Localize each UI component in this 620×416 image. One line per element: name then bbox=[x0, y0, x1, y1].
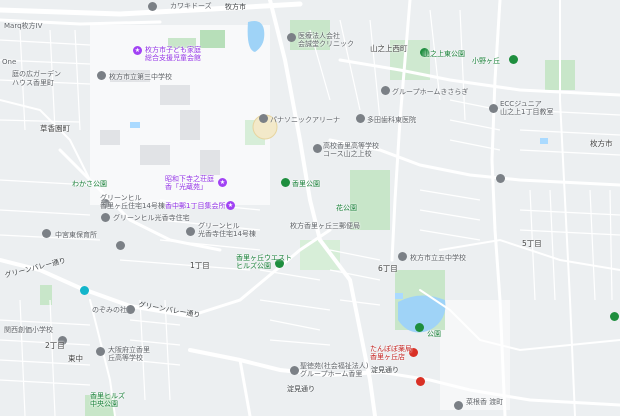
map-label: 1丁目 bbox=[190, 261, 210, 270]
map-label: パナソニックアリーナ bbox=[270, 116, 340, 124]
pin-icon[interactable] bbox=[101, 213, 110, 222]
pin-icon[interactable] bbox=[509, 55, 518, 64]
pin-icon[interactable] bbox=[259, 114, 268, 123]
map-label: 小野ヶ丘 bbox=[472, 57, 500, 65]
map-label: 6丁目 bbox=[378, 264, 398, 273]
map-label: 山之上東公園 bbox=[423, 50, 465, 58]
map-label: 2丁目 bbox=[45, 341, 65, 350]
map-label: 医療法人会社 会誠堂クリニック bbox=[298, 32, 354, 48]
map-label: たんぽぽ薬局 香里ヶ丘店 bbox=[370, 345, 412, 361]
pin-icon[interactable] bbox=[489, 104, 498, 113]
pin-icon[interactable]: ★ bbox=[133, 46, 142, 55]
pin-icon[interactable] bbox=[281, 178, 290, 187]
map-label: グリーンヒル 光香寺住宅14号棟 bbox=[198, 222, 256, 238]
map-label: グリーンヒル光香寺住宅 bbox=[113, 214, 190, 222]
pin-icon[interactable] bbox=[415, 323, 424, 332]
map-label: 東中 bbox=[68, 354, 83, 363]
map-label: 大阪府立香里 丘高等学校 bbox=[108, 346, 150, 362]
pin-icon[interactable] bbox=[398, 252, 407, 261]
map-label: 枚方香里ヶ丘三郵便局 bbox=[290, 222, 360, 230]
pin-icon[interactable]: ★ bbox=[226, 201, 235, 210]
pin-icon[interactable] bbox=[416, 377, 425, 386]
park-area bbox=[200, 30, 225, 48]
pin-icon[interactable] bbox=[80, 286, 89, 295]
map-label: 枚方市立第三中学校 bbox=[109, 73, 172, 81]
map-label: 高校香里高等学校 コース山之上校 bbox=[323, 142, 379, 158]
map-base bbox=[0, 0, 620, 416]
pin-icon[interactable] bbox=[496, 174, 505, 183]
pin-icon[interactable] bbox=[126, 305, 135, 314]
map-label: 枚方市 bbox=[590, 139, 613, 148]
map-label: 多田歯科東医院 bbox=[367, 116, 416, 124]
pin-icon[interactable] bbox=[287, 33, 296, 42]
map-label: 淀見通り bbox=[371, 366, 399, 374]
pin-icon[interactable] bbox=[42, 229, 51, 238]
map-label: 公園 bbox=[427, 330, 441, 338]
map-label: Marq枚方IV bbox=[4, 22, 43, 30]
map-label: 菜根香 渡町 bbox=[466, 398, 504, 406]
map-label: 香中郵1丁目集会所 bbox=[165, 202, 226, 210]
map-label: ECCジュニア 山之上1丁目教室 bbox=[500, 100, 554, 116]
map-label: 山之上西町 bbox=[370, 44, 408, 53]
pin-icon[interactable] bbox=[116, 241, 125, 250]
pin-icon[interactable] bbox=[313, 144, 322, 153]
map-label: One bbox=[2, 58, 17, 66]
map-label: 枚方市子ども家庭 総合支援児童会館 bbox=[145, 46, 201, 62]
map-label: 牧方市 bbox=[225, 3, 246, 11]
map-label: ハウス香里町 bbox=[12, 79, 54, 87]
map-canvas[interactable]: ★ ★ ★ カワキドーズ 牧方市 Marq枚方IV One 庭の広ガーデン ハウ… bbox=[0, 0, 620, 416]
map-label: 花公園 bbox=[336, 204, 357, 212]
pin-icon[interactable] bbox=[381, 86, 390, 95]
pin-icon[interactable]: ★ bbox=[218, 178, 227, 187]
pin-icon[interactable] bbox=[610, 312, 619, 321]
map-label: 香里ヒルズ 中央公園 bbox=[90, 392, 125, 408]
map-label: 庭の広ガーデン bbox=[12, 70, 61, 78]
pin-icon[interactable] bbox=[96, 347, 105, 356]
map-label: わかさ公園 bbox=[72, 180, 107, 188]
pin-icon[interactable] bbox=[186, 227, 195, 236]
pin-icon[interactable] bbox=[356, 114, 365, 123]
pin-icon[interactable] bbox=[148, 2, 157, 11]
map-label: 枚方市立五中学校 bbox=[410, 254, 466, 262]
map-label: 淀見通り bbox=[287, 385, 315, 393]
map-label: 聖徳苑(社会福祉法人) グループホーム香里 bbox=[300, 362, 369, 378]
map-label: 関西創価小学校 bbox=[4, 326, 53, 334]
map-label: 香里公園 bbox=[292, 180, 320, 188]
pin-icon[interactable] bbox=[97, 71, 106, 80]
map-label: のぞみの社 bbox=[92, 306, 127, 314]
map-label: 草香園町 bbox=[40, 124, 70, 133]
map-label: 昭和下寺之荘庭 香「光蔵苑」 bbox=[165, 175, 214, 191]
pin-icon[interactable] bbox=[290, 366, 299, 375]
map-label: グループホームきさらぎ bbox=[392, 88, 469, 96]
map-label: 香里ヶ丘ウエスト ヒルズ公園 bbox=[236, 254, 292, 270]
map-label: 中宮東保育所 bbox=[55, 231, 97, 239]
map-label: カワキドーズ bbox=[170, 2, 212, 10]
map-label: 5丁目 bbox=[522, 239, 542, 248]
map-label: グリーンヒル 香里ヶ丘住宅14号棟 bbox=[100, 194, 165, 210]
pin-icon[interactable] bbox=[454, 401, 463, 410]
